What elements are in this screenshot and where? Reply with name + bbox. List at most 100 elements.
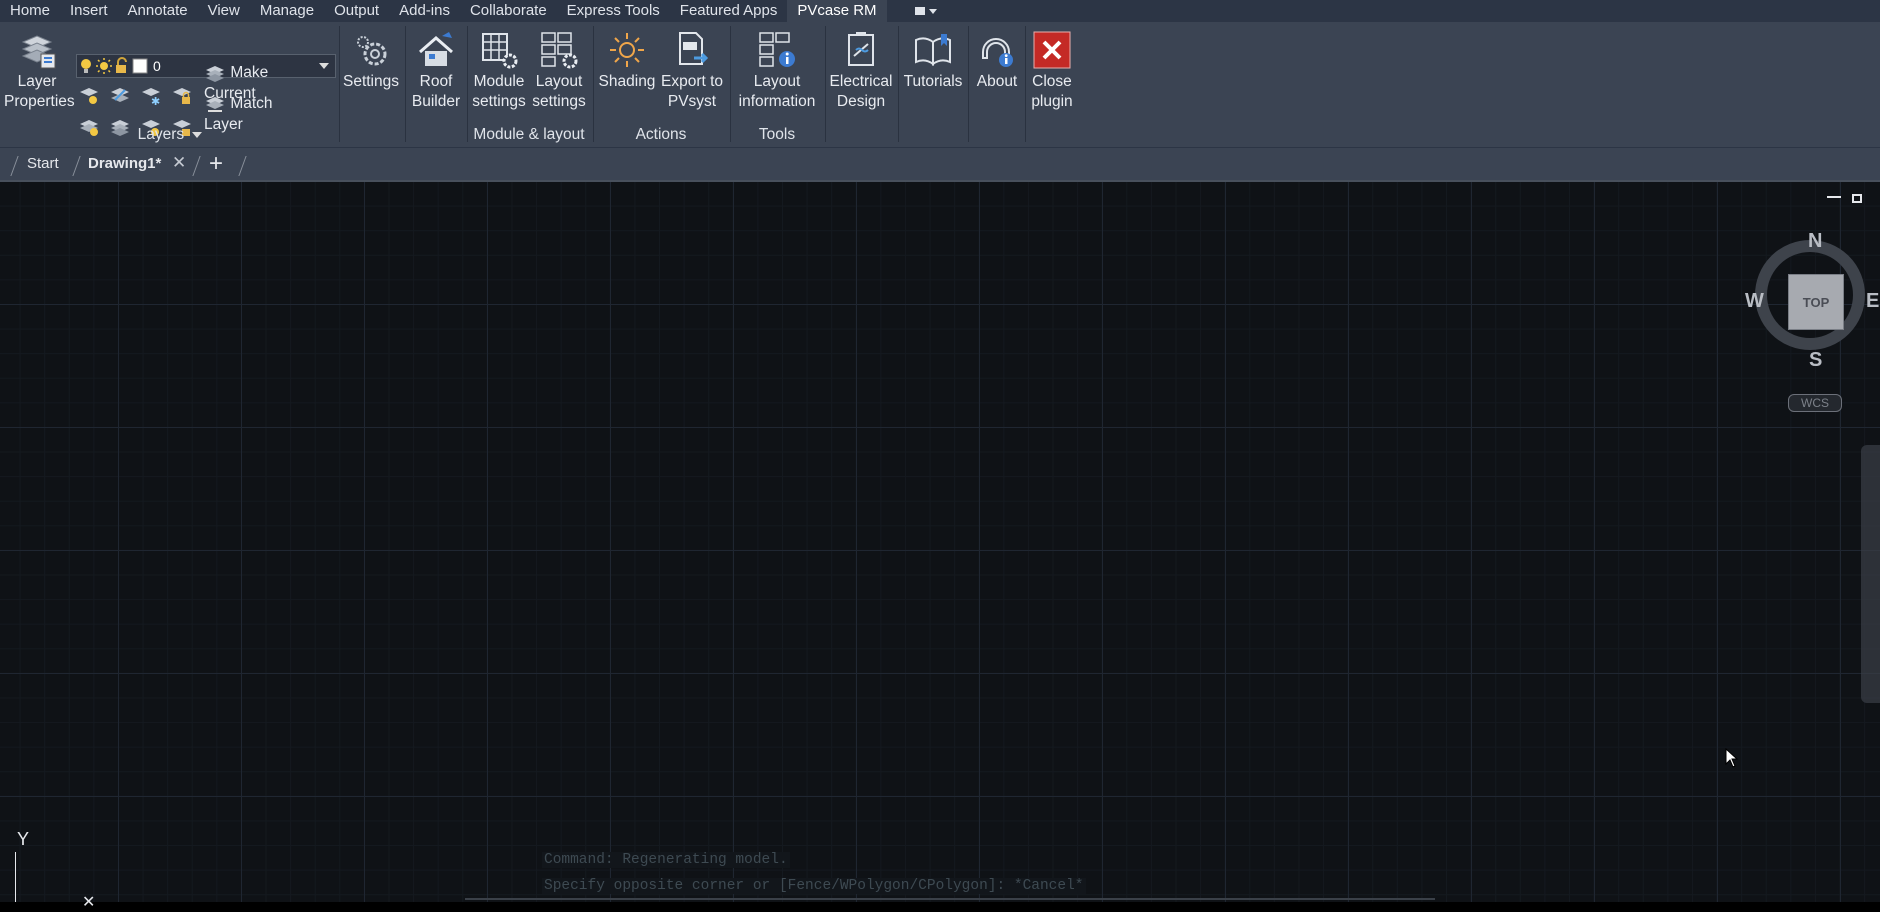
layers-panel-label[interactable]: Layers	[130, 126, 210, 144]
export-pvsyst-button[interactable]: Export to PVsyst	[658, 30, 726, 112]
panel-separator	[467, 26, 468, 142]
layout-information-icon	[759, 32, 795, 67]
chevron-down-icon	[928, 8, 937, 14]
about-label: About	[976, 73, 1018, 90]
tab-start[interactable]: Start	[27, 155, 59, 172]
tab-divider	[238, 156, 247, 176]
electrical-design-button[interactable]: Electrical Design	[828, 30, 894, 112]
viewcube-top-face[interactable]: TOP	[1788, 274, 1844, 330]
drawing-canvas[interactable]	[0, 182, 1880, 902]
ucs-y-axis	[15, 852, 16, 902]
compass-north[interactable]: N	[1808, 230, 1822, 253]
about-button[interactable]: About	[971, 30, 1023, 92]
layer-tools-row-1: ✱	[78, 84, 193, 106]
navigation-bar[interactable]	[1861, 445, 1880, 703]
layers-panel-title: Layers	[137, 126, 185, 143]
panel-separator	[339, 26, 340, 142]
tab-output[interactable]: Output	[324, 0, 389, 22]
settings-gear-icon	[357, 36, 387, 66]
ucs-x-mark: ✕	[82, 894, 96, 911]
tab-add-ins[interactable]: Add-ins	[389, 0, 460, 22]
export-label-1: Export to	[660, 73, 724, 90]
panel-separator	[593, 26, 594, 142]
shading-button[interactable]: Shading	[596, 30, 658, 92]
roof-builder-label-1: Roof	[419, 73, 453, 90]
lightbulb-icon	[77, 57, 95, 75]
panel-separator	[825, 26, 826, 142]
svg-text:✱: ✱	[151, 95, 160, 106]
layer-freeze-icon[interactable]: ✱	[140, 84, 162, 106]
layer-on-icon[interactable]	[78, 116, 100, 138]
about-icon	[982, 38, 1013, 67]
module-settings-label-2: settings	[472, 93, 526, 110]
chevron-down-icon	[192, 131, 203, 138]
electrical-design-icon	[848, 32, 874, 66]
new-tab-plus-icon[interactable]: +	[209, 150, 223, 178]
compass-south[interactable]: S	[1809, 349, 1822, 372]
roof-builder-button[interactable]: Roof Builder	[408, 30, 464, 112]
match-layer-button[interactable]: Match Layer	[204, 93, 314, 135]
tab-home[interactable]: Home	[0, 0, 60, 22]
tab-divider	[192, 156, 201, 176]
export-label-2: PVsyst	[667, 93, 717, 110]
layout-settings-button[interactable]: Layout settings	[530, 30, 588, 112]
compass-east[interactable]: E	[1866, 290, 1879, 313]
layer-unisolate-icon[interactable]	[109, 116, 131, 138]
make-current-icon	[206, 66, 224, 82]
cursor-arrow-icon	[1725, 748, 1739, 768]
ribbon-panel: Layer Properties 0 ✱ Make Current Match …	[0, 22, 1880, 147]
panel-separator	[968, 26, 969, 142]
unlock-icon	[113, 57, 131, 75]
shading-sun-icon	[610, 33, 644, 67]
layout-info-label-2: information	[738, 93, 816, 110]
tab-express-tools[interactable]: Express Tools	[557, 0, 670, 22]
electrical-label-1: Electrical	[829, 73, 893, 90]
tab-manage[interactable]: Manage	[250, 0, 324, 22]
document-tab-bar: Start Drawing1* ✕ +	[0, 147, 1880, 181]
close-plugin-label-1: Close	[1032, 73, 1072, 90]
viewport-minimize-icon[interactable]	[1827, 196, 1841, 198]
layer-properties-button[interactable]: Layer Properties	[4, 30, 75, 112]
tab-featured-apps[interactable]: Featured Apps	[670, 0, 788, 22]
panel-separator	[898, 26, 899, 142]
tutorials-book-icon	[915, 34, 951, 66]
color-swatch-icon	[131, 57, 149, 75]
layout-settings-label-1: Layout	[535, 73, 583, 90]
settings-button[interactable]: Settings	[342, 30, 400, 92]
tools-panel-label: Tools	[758, 126, 796, 143]
layout-info-label-1: Layout	[753, 73, 801, 90]
close-tab-icon[interactable]: ✕	[172, 153, 186, 173]
panel-separator	[405, 26, 406, 142]
match-layer-icon	[206, 97, 224, 112]
electrical-label-2: Design	[836, 93, 886, 110]
tab-annotate[interactable]: Annotate	[118, 0, 198, 22]
chevron-down-icon	[319, 63, 329, 69]
module-settings-button[interactable]: Module settings	[470, 30, 528, 112]
ucs-menu[interactable]: WCS	[1788, 394, 1842, 412]
actions-panel-label: Actions	[635, 126, 687, 143]
close-plugin-icon	[1033, 31, 1071, 69]
tab-drawing1[interactable]: Drawing1*	[88, 155, 161, 172]
command-line-bar[interactable]	[465, 898, 1435, 900]
module-settings-label-1: Module	[473, 73, 525, 90]
panel-separator	[730, 26, 731, 142]
ribbon-minimize-toggle[interactable]	[914, 0, 937, 22]
layer-lock-icon[interactable]	[171, 84, 193, 106]
layout-information-button[interactable]: Layout information	[733, 30, 821, 112]
layer-isolate-icon[interactable]	[109, 84, 131, 106]
layout-settings-icon	[541, 32, 578, 69]
roof-builder-icon	[419, 32, 453, 66]
tab-insert[interactable]: Insert	[60, 0, 118, 22]
ribbon-tab-bar: Home Insert Annotate View Manage Output …	[0, 0, 1880, 22]
layer-off-icon[interactable]	[78, 84, 100, 106]
tutorials-button[interactable]: Tutorials	[901, 30, 965, 92]
tab-pvcase-rm[interactable]: PVcase RM	[787, 0, 887, 22]
module-settings-icon	[482, 33, 518, 69]
shading-label: Shading	[598, 73, 656, 90]
tab-view[interactable]: View	[198, 0, 250, 22]
settings-label: Settings	[342, 73, 399, 90]
compass-west[interactable]: W	[1745, 290, 1764, 313]
viewport-restore-icon[interactable]	[1852, 194, 1862, 203]
close-plugin-button[interactable]: Close plugin	[1028, 30, 1076, 112]
tab-collaborate[interactable]: Collaborate	[460, 0, 557, 22]
